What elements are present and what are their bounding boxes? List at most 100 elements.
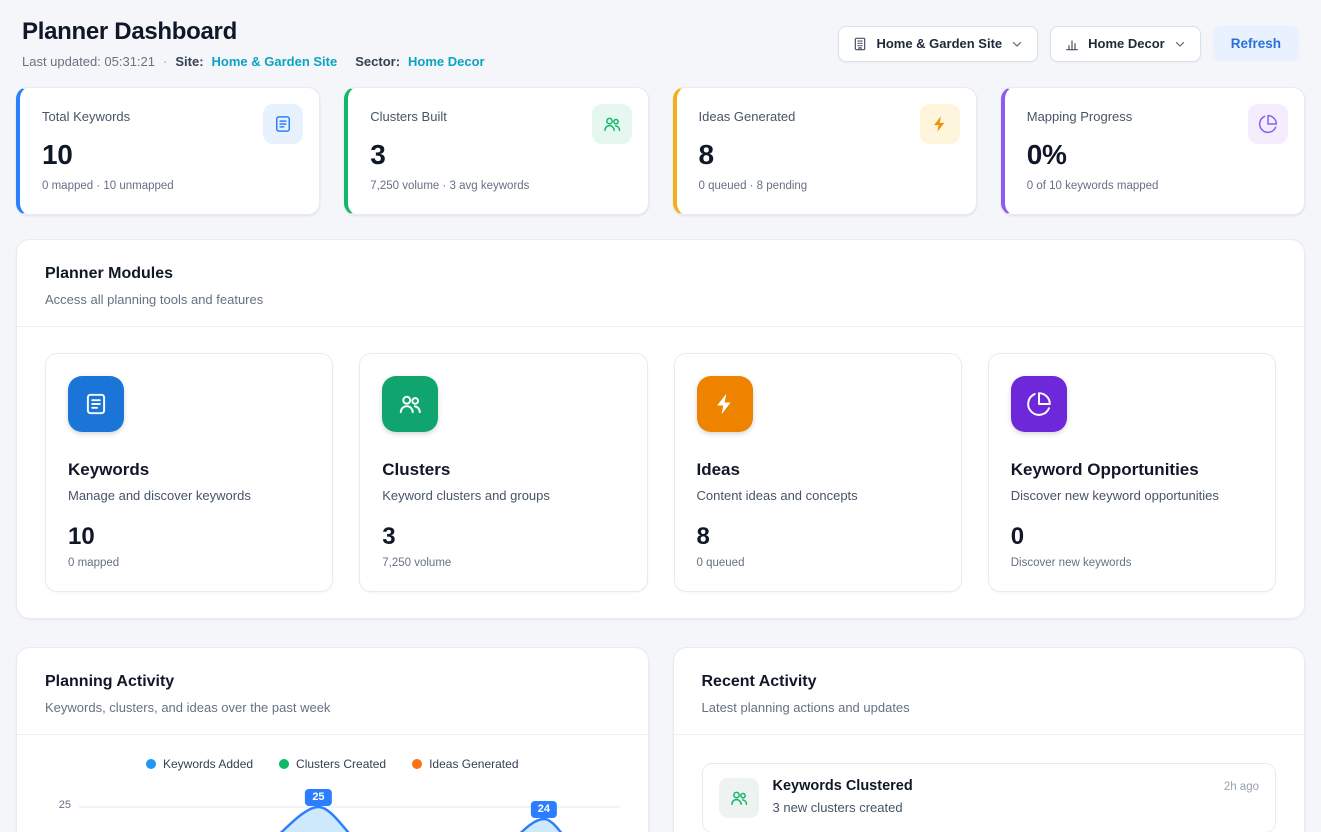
module-value: 8 bbox=[697, 523, 939, 551]
sector-selector-label: Home Decor bbox=[1088, 36, 1165, 51]
module-value: 3 bbox=[382, 523, 624, 551]
chevron-down-icon bbox=[1173, 37, 1187, 51]
page-title: Planner Dashboard bbox=[22, 18, 485, 46]
stat-card-clusters-built: Clusters Built 3 7,250 volume · 3 avg ke… bbox=[344, 87, 648, 215]
module-detail: 7,250 volume bbox=[382, 557, 624, 569]
stat-detail: 0 queued · 8 pending bbox=[699, 180, 956, 192]
stat-label: Mapping Progress bbox=[1027, 109, 1133, 124]
document-icon bbox=[68, 376, 124, 432]
users-icon bbox=[382, 376, 438, 432]
legend-item-clusters-created: Clusters Created bbox=[279, 757, 386, 771]
legend-item-keywords-added: Keywords Added bbox=[146, 757, 253, 771]
module-description: Discover new keyword opportunities bbox=[1011, 488, 1253, 503]
lightning-icon bbox=[920, 104, 960, 144]
module-card-keyword-opportunities[interactable]: Keyword Opportunities Discover new keywo… bbox=[988, 353, 1276, 592]
stat-value: 0% bbox=[1027, 139, 1284, 171]
stat-card-ideas-generated: Ideas Generated 8 0 queued · 8 pending bbox=[673, 87, 977, 215]
stat-detail: 7,250 volume · 3 avg keywords bbox=[370, 180, 627, 192]
legend-dot bbox=[146, 759, 156, 769]
module-title: Ideas bbox=[697, 460, 939, 480]
legend-label: Ideas Generated bbox=[429, 757, 518, 771]
modules-grid: Keywords Manage and discover keywords 10… bbox=[17, 327, 1304, 618]
module-detail: 0 queued bbox=[697, 557, 939, 569]
modules-header: Planner Modules Access all planning tool… bbox=[17, 240, 1304, 327]
stat-value: 3 bbox=[370, 139, 627, 171]
planning-activity-panel: Planning Activity Keywords, clusters, an… bbox=[16, 647, 649, 832]
recent-activity-title: Recent Activity bbox=[702, 673, 1277, 691]
sector-selector-dropdown[interactable]: Home Decor bbox=[1050, 26, 1201, 62]
module-card-keywords[interactable]: Keywords Manage and discover keywords 10… bbox=[45, 353, 333, 592]
module-title: Keyword Opportunities bbox=[1011, 460, 1253, 480]
bar-chart-icon bbox=[1064, 36, 1080, 52]
site-link[interactable]: Home & Garden Site bbox=[212, 54, 338, 69]
activity-timestamp: 2h ago bbox=[1224, 781, 1259, 793]
chart-legend: Keywords Added Clusters Created Ideas Ge… bbox=[45, 757, 620, 771]
site-selector-label: Home & Garden Site bbox=[876, 36, 1002, 51]
modules-title: Planner Modules bbox=[45, 265, 1276, 283]
data-point-label: 25 bbox=[305, 789, 331, 806]
module-description: Keyword clusters and groups bbox=[382, 488, 624, 503]
sector-link[interactable]: Home Decor bbox=[408, 54, 485, 69]
users-icon bbox=[592, 104, 632, 144]
stat-label: Total Keywords bbox=[42, 109, 130, 124]
stat-detail: 0 of 10 keywords mapped bbox=[1027, 180, 1284, 192]
stat-label: Ideas Generated bbox=[699, 109, 796, 124]
pie-chart-icon bbox=[1248, 104, 1288, 144]
legend-label: Clusters Created bbox=[296, 757, 386, 771]
module-detail: Discover new keywords bbox=[1011, 557, 1253, 569]
meta-separator: · bbox=[163, 54, 167, 69]
header-controls: Home & Garden Site Home Decor Refresh bbox=[838, 26, 1299, 62]
sector-label: Sector: bbox=[355, 54, 400, 69]
legend-dot bbox=[279, 759, 289, 769]
module-value: 0 bbox=[1011, 523, 1253, 551]
document-icon bbox=[263, 104, 303, 144]
meta-line: Last updated: 05:31:21 · Site: Home & Ga… bbox=[22, 54, 485, 69]
planning-activity-subtitle: Keywords, clusters, and ideas over the p… bbox=[45, 700, 620, 715]
planner-modules-section: Planner Modules Access all planning tool… bbox=[16, 239, 1305, 619]
bottom-row: Planning Activity Keywords, clusters, an… bbox=[16, 647, 1305, 832]
module-title: Keywords bbox=[68, 460, 310, 480]
planning-activity-header: Planning Activity Keywords, clusters, an… bbox=[17, 648, 648, 735]
stat-label: Clusters Built bbox=[370, 109, 447, 124]
legend-label: Keywords Added bbox=[163, 757, 253, 771]
recent-activity-header: Recent Activity Latest planning actions … bbox=[674, 648, 1305, 735]
activity-description: 3 new clusters created bbox=[773, 800, 1260, 815]
header-left: Planner Dashboard Last updated: 05:31:21… bbox=[22, 18, 485, 69]
y-axis-tick: 25 bbox=[59, 799, 71, 811]
activity-item-keywords-clustered: Keywords Clustered 2h ago 3 new clusters… bbox=[702, 763, 1277, 832]
activity-title: Keywords Clustered bbox=[773, 778, 913, 794]
module-card-clusters[interactable]: Clusters Keyword clusters and groups 3 7… bbox=[359, 353, 647, 592]
planning-activity-title: Planning Activity bbox=[45, 673, 620, 691]
stat-card-mapping-progress: Mapping Progress 0% 0 of 10 keywords map… bbox=[1001, 87, 1305, 215]
stat-card-total-keywords: Total Keywords 10 0 mapped · 10 unmapped bbox=[16, 87, 320, 215]
legend-item-ideas-generated: Ideas Generated bbox=[412, 757, 518, 771]
module-description: Content ideas and concepts bbox=[697, 488, 939, 503]
lightning-icon bbox=[697, 376, 753, 432]
recent-activity-panel: Recent Activity Latest planning actions … bbox=[673, 647, 1306, 832]
planner-dashboard: Planner Dashboard Last updated: 05:31:21… bbox=[0, 0, 1321, 832]
header: Planner Dashboard Last updated: 05:31:21… bbox=[16, 18, 1305, 69]
users-icon bbox=[719, 778, 759, 818]
planning-activity-body: Keywords Added Clusters Created Ideas Ge… bbox=[17, 735, 648, 832]
stat-value: 8 bbox=[699, 139, 956, 171]
site-label: Site: bbox=[175, 54, 203, 69]
stats-row: Total Keywords 10 0 mapped · 10 unmapped… bbox=[16, 87, 1305, 215]
module-title: Clusters bbox=[382, 460, 624, 480]
refresh-button[interactable]: Refresh bbox=[1213, 26, 1299, 61]
stat-value: 10 bbox=[42, 139, 299, 171]
recent-activity-body: Keywords Clustered 2h ago 3 new clusters… bbox=[674, 735, 1305, 832]
activity-chart: 25 25 24 bbox=[45, 789, 620, 832]
module-value: 10 bbox=[68, 523, 310, 551]
site-selector-dropdown[interactable]: Home & Garden Site bbox=[838, 26, 1038, 62]
building-icon bbox=[852, 36, 868, 52]
activity-content: Keywords Clustered 2h ago 3 new clusters… bbox=[773, 778, 1260, 815]
module-detail: 0 mapped bbox=[68, 557, 310, 569]
chart-y-axis: 25 bbox=[45, 789, 79, 832]
stat-detail: 0 mapped · 10 unmapped bbox=[42, 180, 299, 192]
chart-plot-area: 25 24 bbox=[79, 789, 620, 832]
chevron-down-icon bbox=[1010, 37, 1024, 51]
module-card-ideas[interactable]: Ideas Content ideas and concepts 8 0 que… bbox=[674, 353, 962, 592]
module-description: Manage and discover keywords bbox=[68, 488, 310, 503]
modules-subtitle: Access all planning tools and features bbox=[45, 292, 1276, 307]
last-updated-text: Last updated: 05:31:21 bbox=[22, 54, 155, 69]
